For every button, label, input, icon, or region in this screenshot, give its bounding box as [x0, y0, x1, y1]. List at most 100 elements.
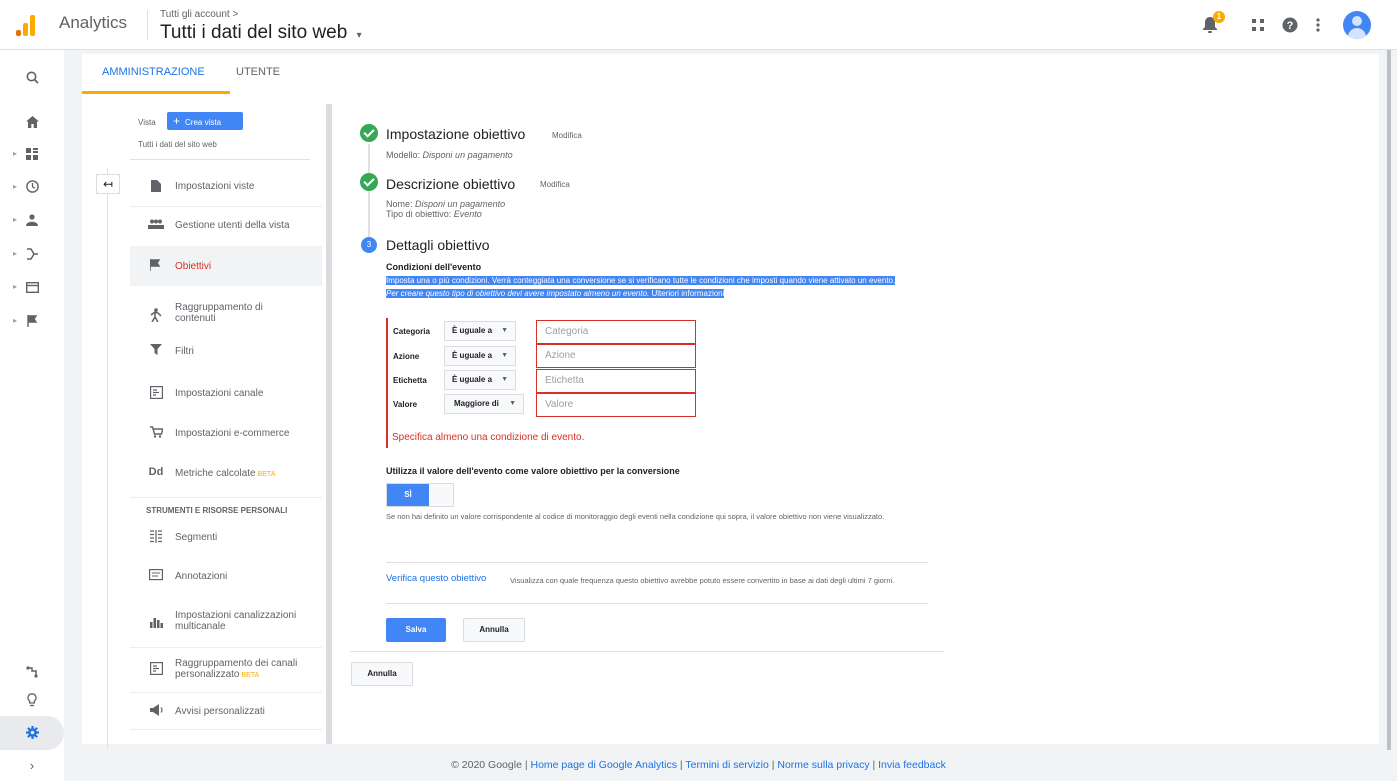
nav-separator — [130, 206, 322, 207]
condition-input-azione[interactable]: Azione — [536, 344, 696, 368]
edit-description-link[interactable]: Modifica — [540, 180, 570, 189]
dropdown-arrow-icon: ▼ — [509, 400, 516, 407]
cancel-outer-button[interactable]: Annulla — [351, 662, 413, 686]
toggle-on-label: SÌ — [387, 484, 429, 506]
meta-label: Modello: — [386, 150, 421, 160]
nav-item-impostazioni-ecommerce[interactable]: Impostazioni e-commerce — [130, 418, 322, 448]
nav-item-impostazioni-viste[interactable]: Impostazioni viste — [130, 172, 322, 202]
edit-setup-link[interactable]: Modifica — [552, 131, 582, 140]
learn-more-link[interactable]: Ulteriori informazioni — [651, 289, 725, 298]
collapse-back-arrow-icon[interactable]: ↤ — [96, 174, 120, 194]
nav-item-metriche-calcolate[interactable]: Dd Metriche calcolate BETA — [130, 458, 322, 488]
header-divider — [147, 10, 148, 40]
event-value-toggle[interactable]: SÌ — [386, 483, 454, 507]
view-label: Vista — [138, 118, 156, 127]
footer-copyright: © 2020 Google — [451, 759, 522, 771]
page-scrollbar[interactable] — [1387, 50, 1391, 750]
more-vert-icon[interactable] — [1305, 12, 1331, 38]
nav-item-gestione-utenti[interactable]: Gestione utenti della vista — [130, 210, 322, 240]
app-name: Analytics — [59, 13, 128, 32]
tab-utente[interactable]: UTENTE — [236, 66, 280, 78]
behavior-icon[interactable]: ▸ — [0, 275, 64, 299]
grouping-icon — [147, 662, 165, 678]
nav-item-label: Impostazioni canalizzazioni multicanale — [175, 610, 297, 632]
step-connector — [368, 144, 370, 238]
nav-item-impostazioni-canale[interactable]: Impostazioni canale — [130, 378, 322, 408]
meta-value: Disponi un pagamento — [422, 150, 513, 160]
discover-lightbulb-icon[interactable] — [0, 688, 64, 712]
apps-grid-icon[interactable] — [1245, 12, 1271, 38]
verify-goal-link[interactable]: Verifica questo obiettivo — [386, 573, 486, 584]
condition-input-valore[interactable]: Valore — [536, 393, 696, 417]
operator-value: È uguale a — [452, 351, 493, 360]
admin-gear-icon[interactable] — [0, 721, 64, 745]
event-value-title: Utilizza il valore dell'evento come valo… — [386, 466, 680, 476]
create-view-button[interactable]: + Crea vista — [167, 112, 243, 130]
plus-icon: + — [173, 114, 181, 128]
meta-value: Disponi un pagamento — [415, 199, 506, 209]
nav-separator — [130, 497, 322, 498]
customization-icon[interactable]: ▸ — [0, 142, 64, 166]
step-meta-model: Modello: Disponi un pagamento — [386, 150, 513, 160]
help-icon[interactable]: ? — [1277, 12, 1303, 38]
avatar[interactable] — [1343, 11, 1371, 39]
footer-link-privacy[interactable]: Norme sulla privacy — [777, 759, 869, 771]
nav-scrollbar[interactable] — [326, 104, 332, 744]
event-value-note: Se non hai definito un valore corrispond… — [386, 512, 885, 521]
nav-item-raggruppamento-contenuti[interactable]: Raggruppamento di contenuti — [130, 294, 322, 336]
operator-select-categoria[interactable]: È uguale a ▼ — [444, 321, 516, 341]
nav-separator — [130, 729, 322, 730]
condition-input-etichetta[interactable]: Etichetta — [536, 369, 696, 393]
account-breadcrumb[interactable]: Tutti gli account > — [160, 9, 238, 20]
cancel-button[interactable]: Annulla — [463, 618, 525, 642]
top-bar: Analytics Tutti gli account > Tutti i da… — [0, 0, 1397, 50]
nav-item-avvisi-personalizzati[interactable]: Avvisi personalizzati — [130, 696, 322, 726]
nav-item-label: Raggruppamento dei canali personalizzato… — [175, 658, 315, 681]
operator-select-azione[interactable]: È uguale a ▼ — [444, 346, 516, 366]
annotation-icon — [147, 569, 165, 585]
nav-item-segmenti[interactable]: Segmenti — [130, 522, 322, 552]
footer-link-home[interactable]: Home page di Google Analytics — [530, 759, 677, 771]
view-selector[interactable]: Tutti i dati del sito web — [138, 140, 217, 149]
condition-label-categoria: Categoria — [393, 327, 430, 336]
nav-item-filtri[interactable]: Filtri — [130, 336, 322, 366]
search-icon[interactable] — [0, 66, 64, 90]
realtime-clock-icon[interactable]: ▸ — [0, 175, 64, 199]
meta-label: Nome: — [386, 199, 413, 209]
property-selector[interactable]: Tutti i dati del sito web ▾ — [160, 22, 362, 44]
notification-badge: 1 — [1213, 11, 1225, 23]
operator-value: È uguale a — [452, 375, 493, 384]
footer-link-feedback[interactable]: Invia feedback — [878, 759, 946, 771]
conditions-error-message: Specifica almeno una condizione di event… — [392, 432, 585, 443]
users-icon — [147, 218, 165, 232]
bar-chart-icon — [147, 616, 165, 631]
audience-person-icon[interactable]: ▸ — [0, 208, 64, 232]
nav-divider — [130, 159, 310, 160]
operator-value: È uguale a — [452, 326, 493, 335]
nav-item-raggruppamento-canali[interactable]: Raggruppamento dei canali personalizzato… — [130, 650, 322, 690]
nav-separator — [130, 647, 322, 648]
home-icon[interactable] — [0, 110, 64, 134]
footer: © 2020 Google | Home page di Google Anal… — [451, 759, 946, 771]
admin-tabs: AMMINISTRAZIONE UTENTE — [82, 54, 1379, 94]
nav-item-annotazioni[interactable]: Annotazioni — [130, 562, 322, 592]
divider — [350, 651, 944, 652]
notifications-bell-icon[interactable]: 1 — [1197, 11, 1225, 38]
operator-select-etichetta[interactable]: È uguale a ▼ — [444, 370, 516, 390]
nav-item-canalizzazioni-multicanale[interactable]: Impostazioni canalizzazioni multicanale — [130, 600, 322, 646]
analytics-logo-icon[interactable] — [16, 14, 38, 36]
acquisition-icon[interactable]: ▸ — [0, 242, 64, 266]
divider — [386, 603, 928, 604]
error-indicator-bar — [386, 318, 388, 448]
attribution-icon[interactable] — [0, 660, 64, 684]
nav-item-label: Obiettivi — [175, 261, 212, 272]
nav-item-obiettivi[interactable]: Obiettivi — [130, 246, 322, 286]
save-button[interactable]: Salva — [386, 618, 446, 642]
conditions-description: Imposta una o più condizioni. Verrà cont… — [386, 274, 906, 300]
condition-input-categoria[interactable]: Categoria — [536, 320, 696, 344]
tab-amministrazione[interactable]: AMMINISTRAZIONE — [102, 66, 205, 78]
footer-link-terms[interactable]: Termini di servizio — [685, 759, 768, 771]
operator-select-valore[interactable]: Maggiore di ▼ — [444, 394, 524, 414]
conversions-flag-icon[interactable]: ▸ — [0, 309, 64, 333]
nav-item-label: Raggruppamento di contenuti — [175, 302, 263, 324]
